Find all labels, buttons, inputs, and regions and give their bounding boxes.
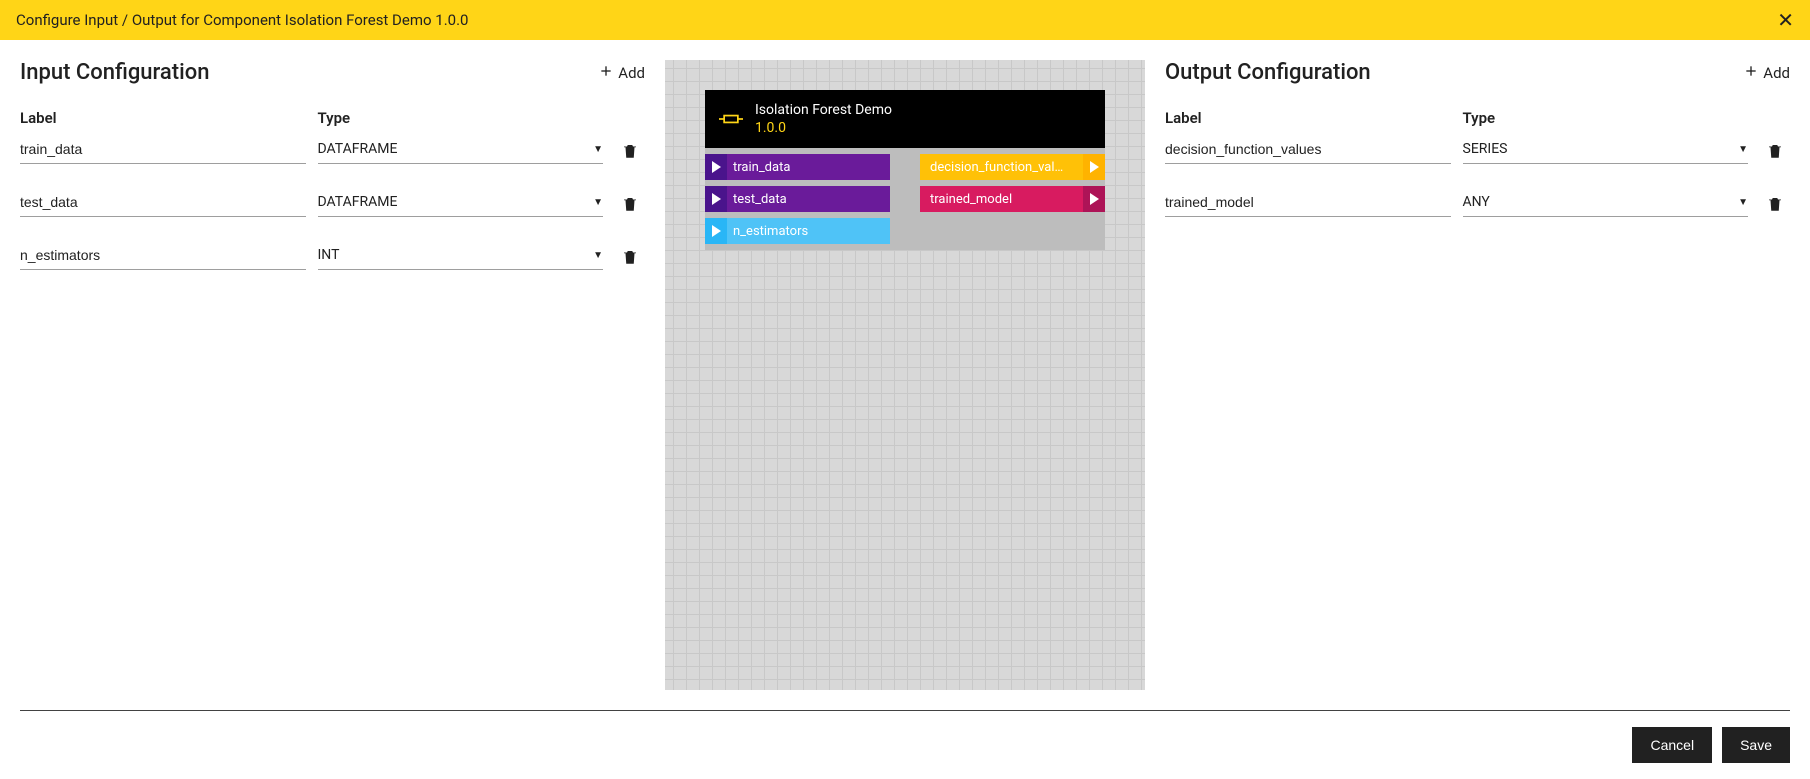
input-panel-title: Input Configuration	[20, 60, 209, 85]
close-icon[interactable]: ✕	[1777, 10, 1794, 30]
dialog-title: Configure Input / Output for Component I…	[16, 11, 469, 29]
canvas-inputs-col: train_data test_data n_estimators	[705, 154, 905, 244]
component-titles: Isolation Forest Demo 1.0.0	[755, 102, 892, 136]
main-content: Input Configuration Add Label Type DATAF…	[0, 40, 1810, 710]
plus-icon	[598, 63, 614, 83]
output-rows-container: SERIES ▼ ANY ▼	[1165, 135, 1790, 217]
output-columns-header: Label Type	[1165, 109, 1790, 127]
port-connector-icon	[705, 218, 727, 244]
canvas-outputs-col: decision_function_val… trained_model	[905, 154, 1105, 244]
output-row: SERIES ▼	[1165, 135, 1790, 164]
component-node[interactable]: Isolation Forest Demo 1.0.0 train_datate…	[705, 90, 1105, 250]
port-connector-icon	[1083, 154, 1105, 180]
input-type-select[interactable]: DATAFRAME ▼	[318, 188, 604, 217]
input-row: DATAFRAME ▼	[20, 135, 645, 164]
output-type-select[interactable]: SERIES ▼	[1463, 135, 1749, 164]
input-type-value: DATAFRAME	[318, 141, 398, 157]
component-icon	[719, 109, 743, 129]
component-version: 1.0.0	[755, 120, 892, 136]
chevron-down-icon: ▼	[593, 144, 603, 155]
output-type-value: SERIES	[1463, 141, 1508, 157]
input-type-header: Type	[318, 109, 604, 127]
input-panel-header: Input Configuration Add	[20, 60, 645, 85]
input-row: INT ▼	[20, 241, 645, 270]
input-port[interactable]: n_estimators	[705, 218, 890, 244]
delete-input-button[interactable]	[615, 142, 645, 164]
input-type-value: INT	[318, 247, 340, 263]
output-type-select[interactable]: ANY ▼	[1463, 188, 1749, 217]
port-label: n_estimators	[733, 224, 808, 239]
input-type-select[interactable]: DATAFRAME ▼	[318, 135, 604, 164]
save-button[interactable]: Save	[1722, 727, 1790, 763]
trash-icon	[1766, 195, 1784, 213]
input-config-panel: Input Configuration Add Label Type DATAF…	[20, 60, 645, 690]
port-connector-icon	[1083, 186, 1105, 212]
chevron-down-icon: ▼	[1738, 144, 1748, 155]
canvas-panel[interactable]: Isolation Forest Demo 1.0.0 train_datate…	[665, 60, 1145, 690]
add-output-label: Add	[1763, 64, 1790, 82]
delete-input-button[interactable]	[615, 248, 645, 270]
input-columns-header: Label Type	[20, 109, 645, 127]
trash-icon	[621, 142, 639, 160]
output-type-value: ANY	[1463, 194, 1490, 210]
input-type-value: DATAFRAME	[318, 194, 398, 210]
input-label-input[interactable]	[20, 241, 306, 270]
trash-icon	[1766, 142, 1784, 160]
input-rows-container: DATAFRAME ▼ DATAFRAME ▼ INT ▼	[20, 135, 645, 270]
chevron-down-icon: ▼	[1738, 197, 1748, 208]
output-label-input[interactable]	[1165, 135, 1451, 164]
add-input-button[interactable]: Add	[598, 63, 645, 83]
output-panel-title: Output Configuration	[1165, 60, 1371, 85]
port-label: decision_function_val…	[930, 160, 1063, 175]
chevron-down-icon: ▼	[593, 250, 603, 261]
input-type-select[interactable]: INT ▼	[318, 241, 604, 270]
input-port[interactable]: test_data	[705, 186, 890, 212]
component-header: Isolation Forest Demo 1.0.0	[705, 90, 1105, 148]
port-connector-icon	[705, 154, 727, 180]
add-output-button[interactable]: Add	[1743, 63, 1790, 83]
port-connector-icon	[705, 186, 727, 212]
plus-icon	[1743, 63, 1759, 83]
component-name: Isolation Forest Demo	[755, 102, 892, 118]
output-type-header: Type	[1463, 109, 1749, 127]
output-config-panel: Output Configuration Add Label Type SERI…	[1165, 60, 1790, 690]
input-label-header: Label	[20, 109, 306, 127]
delete-output-button[interactable]	[1760, 142, 1790, 164]
input-row: DATAFRAME ▼	[20, 188, 645, 217]
cancel-button[interactable]: Cancel	[1632, 727, 1712, 763]
delete-input-button[interactable]	[615, 195, 645, 217]
delete-output-button[interactable]	[1760, 195, 1790, 217]
dialog-header: Configure Input / Output for Component I…	[0, 0, 1810, 40]
dialog-footer: Cancel Save	[0, 711, 1810, 779]
input-label-input[interactable]	[20, 135, 306, 164]
input-action-header	[615, 109, 645, 127]
output-row: ANY ▼	[1165, 188, 1790, 217]
port-label: trained_model	[930, 192, 1012, 207]
output-port[interactable]: decision_function_val…	[920, 154, 1105, 180]
input-port[interactable]: train_data	[705, 154, 890, 180]
port-label: test_data	[733, 192, 787, 207]
output-label-input[interactable]	[1165, 188, 1451, 217]
add-input-label: Add	[618, 64, 645, 82]
trash-icon	[621, 195, 639, 213]
port-label: train_data	[733, 160, 790, 175]
output-action-header	[1760, 109, 1790, 127]
ports-area: train_data test_data n_estimators decision…	[705, 148, 1105, 250]
output-label-header: Label	[1165, 109, 1451, 127]
output-panel-header: Output Configuration Add	[1165, 60, 1790, 85]
trash-icon	[621, 248, 639, 266]
input-label-input[interactable]	[20, 188, 306, 217]
chevron-down-icon: ▼	[593, 197, 603, 208]
output-port[interactable]: trained_model	[920, 186, 1105, 212]
